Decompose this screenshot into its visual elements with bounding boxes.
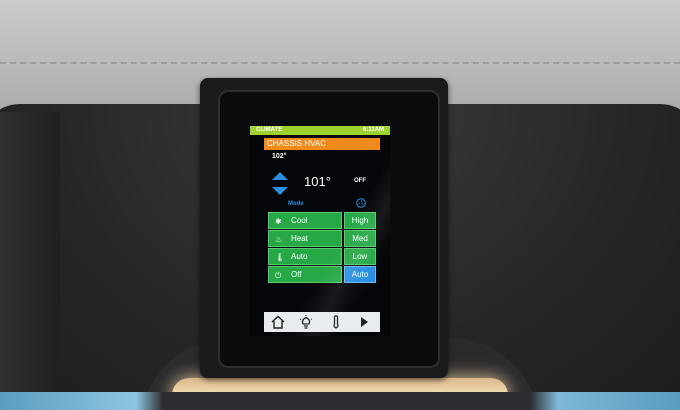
next-arrow-icon[interactable]: [356, 314, 372, 330]
status-time: 6:11AM: [362, 127, 384, 133]
snowflake-icon: ✱: [275, 217, 282, 226]
mode-cool-button[interactable]: ✱ Cool: [268, 212, 342, 229]
thermometer-icon[interactable]: [328, 314, 344, 330]
mode-cool-label: Cool: [291, 216, 308, 225]
light-icon[interactable]: [298, 314, 314, 330]
mode-off-label: Off: [291, 270, 302, 279]
mode-off-button[interactable]: ⏻ Off: [268, 266, 342, 283]
bottom-nav: [264, 312, 380, 332]
headliner-seam: [0, 62, 680, 64]
mode-heat-button[interactable]: ♨ Heat: [268, 230, 342, 247]
window-strip: [0, 392, 680, 410]
fan-med-button[interactable]: Med: [344, 230, 376, 247]
fan-low-button[interactable]: Low: [344, 248, 376, 265]
page-header: CHASSIS HVAC: [264, 138, 380, 150]
temp-up-arrow-icon[interactable]: [272, 172, 288, 180]
mode-label: Mode: [288, 201, 304, 207]
fan-auto-button[interactable]: Auto: [344, 266, 376, 283]
heat-icon: ♨: [275, 235, 283, 244]
console-edge: [0, 112, 60, 392]
status-bar: CLIMATE 6:11AM: [250, 126, 390, 135]
mode-heat-label: Heat: [291, 234, 308, 243]
thermometer-icon: 🌡: [275, 253, 286, 262]
power-icon: ⏻: [275, 271, 282, 280]
temp-down-arrow-icon[interactable]: [272, 187, 288, 195]
home-icon[interactable]: [270, 314, 286, 330]
fan-icon[interactable]: [356, 198, 366, 208]
fan-high-button[interactable]: High: [344, 212, 376, 229]
ambient-temperature: 102°: [272, 153, 287, 160]
fan-state-label: OFF: [354, 178, 366, 184]
mode-auto-button[interactable]: 🌡 Auto: [268, 248, 342, 265]
vehicle-interior-photo: CLIMATE 6:11AM CHASSIS HVAC 102° 101° OF…: [0, 0, 680, 410]
page-title: CHASSIS HVAC: [267, 139, 326, 148]
setpoint-temperature: 101°: [304, 174, 331, 189]
mode-auto-label: Auto: [291, 252, 308, 261]
status-title: CLIMATE: [256, 127, 283, 133]
hvac-touchscreen: CLIMATE 6:11AM CHASSIS HVAC 102° 101° OF…: [250, 126, 390, 336]
